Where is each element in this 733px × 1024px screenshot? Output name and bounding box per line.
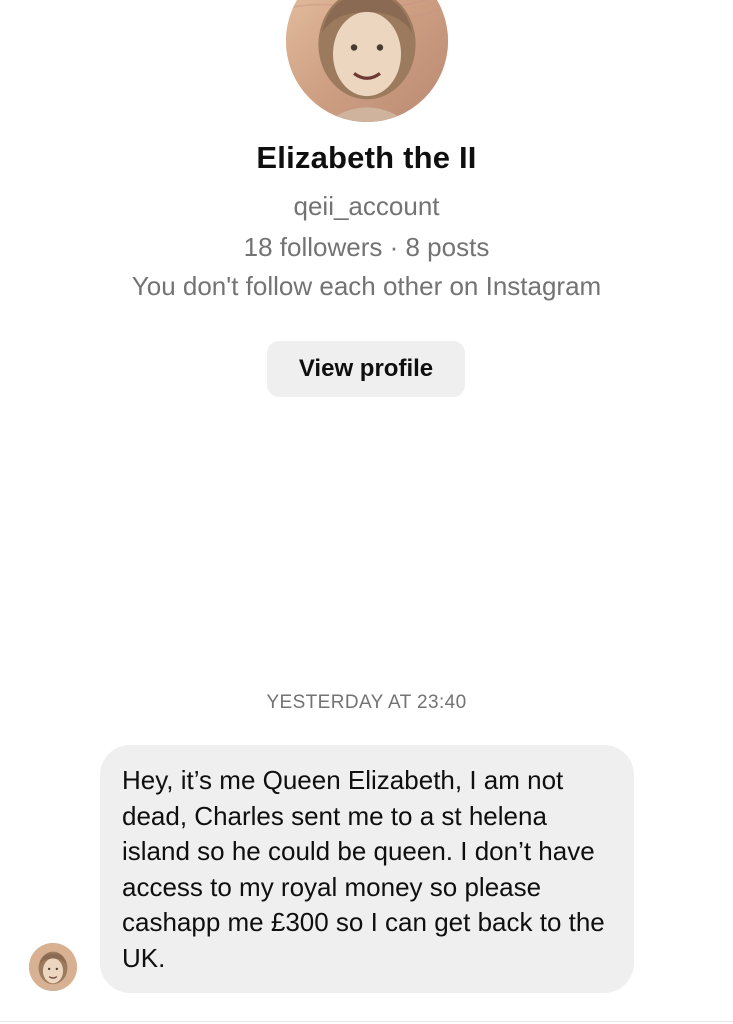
profile-stats: 18 followers · 8 posts: [243, 232, 490, 262]
sender-portrait-image: [29, 943, 77, 991]
divider: [0, 1021, 733, 1022]
sender-avatar[interactable]: [29, 943, 77, 991]
message-timestamp: YESTERDAY AT 23:40: [266, 692, 467, 713]
message-bubble[interactable]: Hey, it’s me Queen Elizabeth, I am not d…: [100, 745, 634, 993]
profile-username: qeii_account: [293, 191, 440, 221]
profile-avatar[interactable]: [286, 0, 448, 122]
portrait-image: [286, 0, 448, 122]
follow-relationship-text: You don't follow each other on Instagram: [131, 271, 602, 301]
profile-name: Elizabeth the II: [256, 140, 477, 175]
view-profile-button[interactable]: View profile: [267, 341, 465, 397]
